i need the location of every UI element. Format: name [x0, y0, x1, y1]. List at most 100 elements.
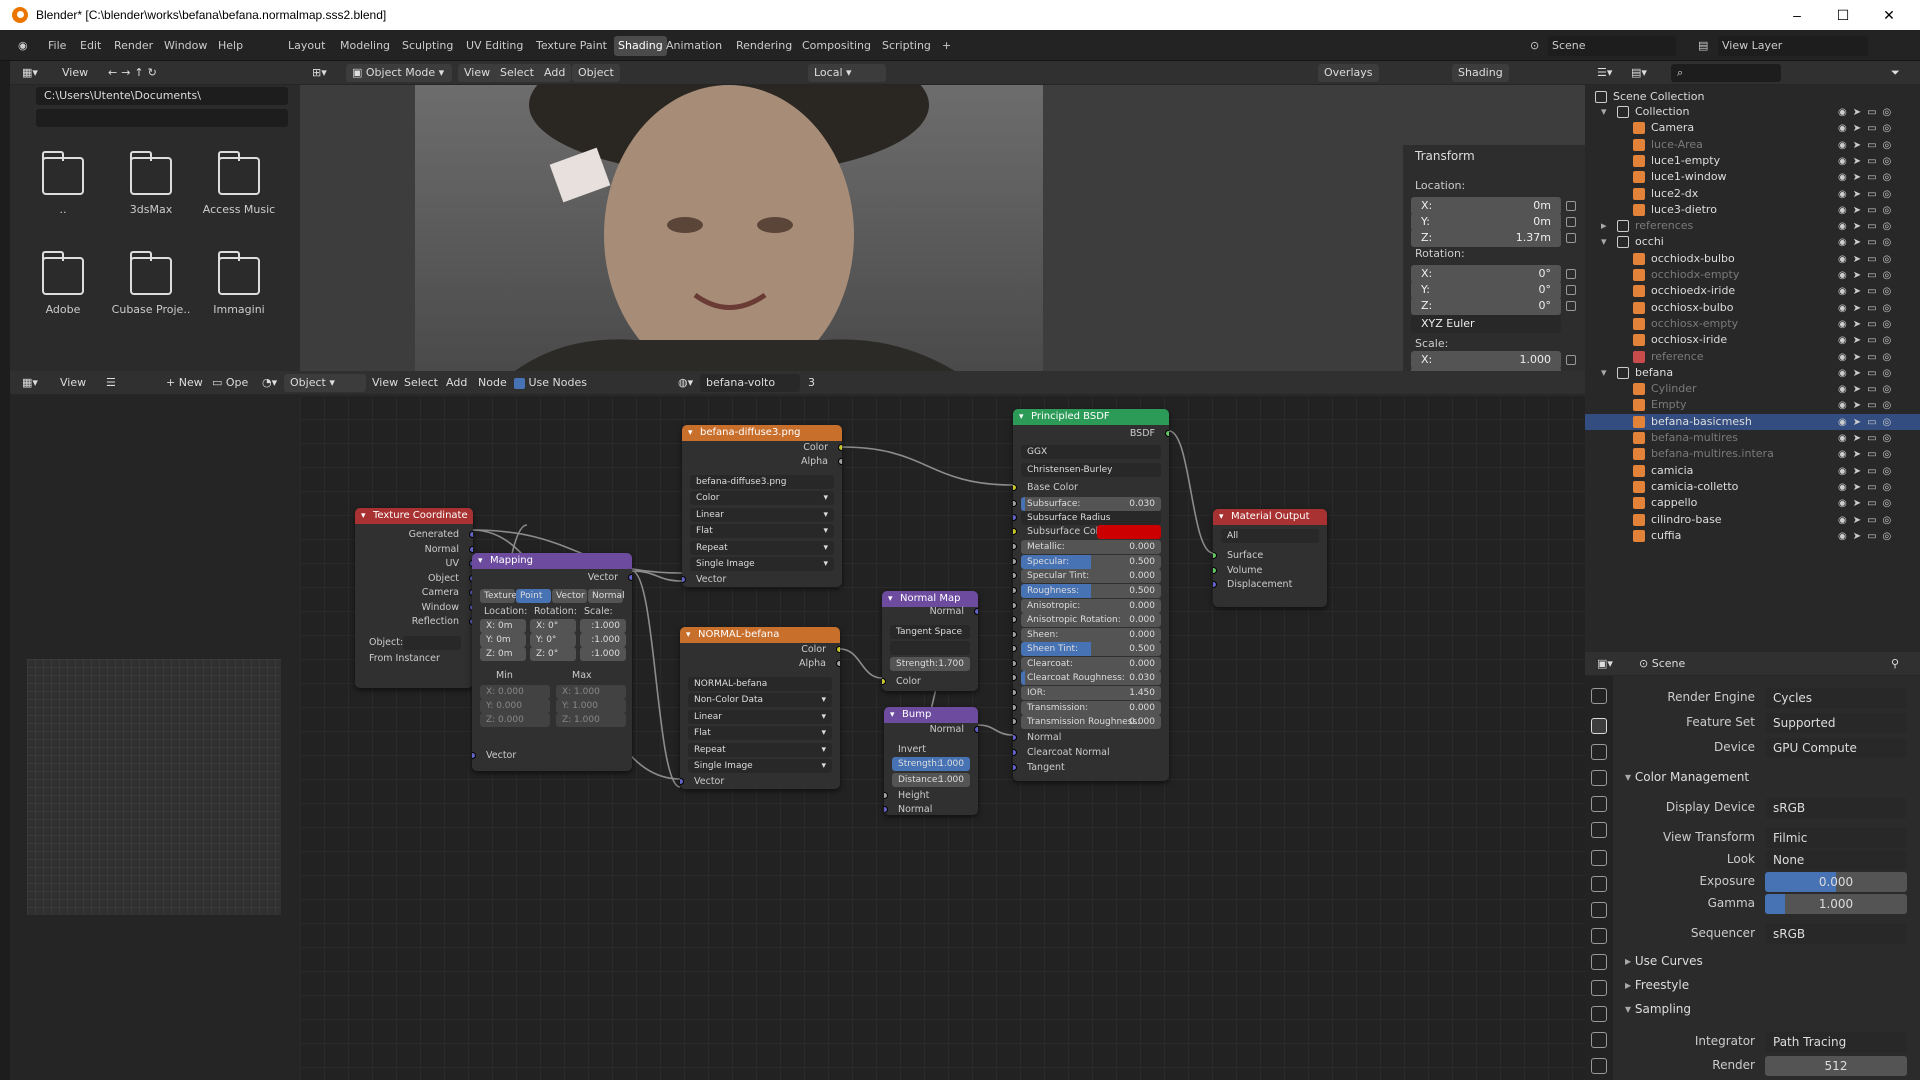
mapping-min-2[interactable]: Z: 0.000: [480, 713, 550, 727]
lock-icon[interactable]: [1566, 285, 1576, 295]
bsdf-clearcoat-field[interactable]: Clearcoat: 0.000: [1021, 657, 1161, 671]
visibility-toggles-icon[interactable]: ◉➤▭◎: [1838, 415, 1902, 428]
visibility-toggles-icon[interactable]: ◉➤▭◎: [1838, 187, 1902, 200]
visibility-toggles-icon[interactable]: ◉➤▭◎: [1838, 464, 1902, 477]
normalmap-strength-field[interactable]: Strength: 1.700: [890, 657, 970, 671]
diffuse-texture-node-colorspace-select[interactable]: Color ▾: [690, 491, 834, 505]
img-socket-alpha[interactable]: [836, 660, 840, 667]
workspace-tab-modeling[interactable]: Modeling: [336, 36, 394, 56]
diffuse-texture-node-source-select[interactable]: Single Image ▾: [690, 557, 834, 571]
outliner-row-befana-basicmesh[interactable]: befana-basicmesh ◉➤▭◎: [1585, 413, 1920, 430]
new-image-button[interactable]: + New: [160, 374, 209, 392]
visibility-toggles-icon[interactable]: ◉➤▭◎: [1838, 382, 1902, 395]
normal-texture-node-ext-select[interactable]: Repeat ▾: [688, 742, 832, 757]
overlays-button[interactable]: Overlays: [1318, 64, 1379, 82]
bsdf-sheen-tint-field[interactable]: Sheen Tint: 0.500: [1021, 642, 1161, 656]
display-device-select[interactable]: sRGB: [1765, 798, 1907, 818]
scene-selector[interactable]: Scene: [1548, 36, 1676, 56]
lock-icon[interactable]: [1566, 301, 1576, 311]
normal-map-node[interactable]: Normal MapNormalTangent SpaceStrength:1.…: [882, 591, 978, 691]
visibility-toggles-icon[interactable]: ◉➤▭◎: [1838, 252, 1902, 265]
visibility-toggles-icon[interactable]: ◉➤▭◎: [1838, 235, 1902, 248]
normal-texture-node-interp-select[interactable]: Linear ▾: [688, 709, 832, 724]
integrator-select[interactable]: Path Tracing: [1765, 1032, 1907, 1052]
bump-strength-field[interactable]: Strength: 1.000: [892, 757, 970, 771]
bsdf-ior-field[interactable]: IOR: 1.450: [1021, 686, 1161, 700]
bsdf-socket-12[interactable]: [1013, 704, 1017, 711]
orientation-selector[interactable]: Local ▾: [808, 64, 886, 82]
folder-parent[interactable]: ..: [23, 151, 103, 216]
folder-cubase[interactable]: Cubase Proje..: [111, 251, 191, 316]
filename-field[interactable]: [36, 109, 288, 127]
folder-access-music[interactable]: Access Music: [199, 151, 279, 216]
outliner-row-cilindro-base[interactable]: cilindro-base ◉➤▭◎: [1585, 512, 1920, 528]
bsdf-socket-3[interactable]: [1013, 572, 1017, 579]
bsdf-sss-method-select[interactable]: Christensen-Burley: [1021, 463, 1161, 477]
menu-window[interactable]: Window: [160, 36, 211, 56]
lock-icon[interactable]: [1566, 217, 1576, 227]
bsdf-socket-8[interactable]: [1013, 645, 1017, 652]
lock-icon[interactable]: [1566, 269, 1576, 279]
mapping-max-1[interactable]: Y: 1.000: [556, 699, 626, 713]
outliner-row-reference[interactable]: reference ◉➤▭◎: [1585, 349, 1920, 365]
material-name-field[interactable]: befana-volto: [700, 374, 800, 392]
path-field[interactable]: C:\Users\Utente\Documents\: [36, 87, 288, 105]
editor-type-icon[interactable]: ▦▾: [16, 64, 44, 82]
node-canvas[interactable]: Texture Coordinate Generated Normal UV Objec…: [300, 395, 1585, 1080]
bsdf-metallic-field[interactable]: Metallic: 0.000: [1021, 540, 1161, 554]
bsdf-roughness-field[interactable]: Roughness: 0.500: [1021, 584, 1161, 598]
visibility-toggles-icon[interactable]: ◉➤▭◎: [1838, 513, 1902, 526]
mapping-max-2[interactable]: Z: 1.000: [556, 713, 626, 727]
shading-button[interactable]: Shading: [1452, 64, 1509, 82]
sequencer-select[interactable]: sRGB: [1765, 924, 1907, 944]
normal-texture-node-image-field[interactable]: NORMAL-befana: [688, 677, 832, 691]
close-button[interactable]: ✕: [1866, 2, 1912, 28]
outliner-row-occhiosx-iride[interactable]: occhiosx-iride ◉➤▭◎: [1585, 332, 1920, 348]
outliner-row-luce1-empty[interactable]: luce1-empty ◉➤▭◎: [1585, 153, 1920, 169]
visibility-toggles-icon[interactable]: ◉➤▭◎: [1838, 496, 1902, 509]
ne-menu-select[interactable]: Select: [398, 374, 444, 392]
output-socket-volume[interactable]: [1213, 566, 1217, 574]
view-transform-select[interactable]: Filmic: [1765, 828, 1907, 848]
visibility-toggles-icon[interactable]: ◉➤▭◎: [1838, 170, 1902, 183]
bsdf-specular-field[interactable]: Specular: 0.500: [1021, 555, 1161, 569]
output-target-select[interactable]: All: [1221, 529, 1319, 543]
bsdf-socket-11[interactable]: [1013, 689, 1017, 696]
menu-edit[interactable]: Edit: [76, 36, 105, 56]
folder-immagini[interactable]: Immagini: [199, 251, 279, 316]
rotation-mode-select[interactable]: XYZ Euler: [1411, 315, 1561, 333]
editor-type-icon[interactable]: ⊞▾: [306, 64, 333, 82]
bump-distance-field[interactable]: Distance: 1.000: [892, 773, 970, 787]
outliner-row-collection[interactable]: ▾ Collection ◉➤▭◎: [1585, 104, 1920, 120]
ne-menu-node[interactable]: Node: [472, 374, 513, 392]
outliner-row-occhiodx-bulbo[interactable]: occhiodx-bulbo ◉➤▭◎: [1585, 251, 1920, 267]
location-2-field[interactable]: Z: 1.37m: [1411, 229, 1561, 247]
device-select[interactable]: GPU Compute: [1765, 738, 1907, 758]
view-layer-selector[interactable]: View Layer: [1718, 36, 1868, 56]
bsdf-specular-tint-field[interactable]: Specular Tint: 0.000: [1021, 569, 1161, 583]
editor-type-icon[interactable]: ▣▾: [1591, 655, 1619, 673]
visibility-toggles-icon[interactable]: ◉➤▭◎: [1838, 431, 1902, 444]
bsdf-anisotropic-field[interactable]: Anisotropic: 0.000: [1021, 599, 1161, 613]
outliner-row-camicia-colletto[interactable]: camicia-colletto ◉➤▭◎: [1585, 479, 1920, 495]
output-tab-icon[interactable]: [1591, 744, 1607, 760]
visibility-toggles-icon[interactable]: ◉➤▭◎: [1838, 154, 1902, 167]
outliner-row-references[interactable]: ▸ references ◉➤▭◎: [1585, 218, 1920, 234]
mapping-mode-texture[interactable]: Texture: [480, 589, 517, 603]
vp-menu-select[interactable]: Select: [494, 64, 540, 82]
object-tab-icon[interactable]: [1591, 850, 1607, 866]
material-users-count[interactable]: 3: [802, 374, 821, 392]
principled-bsdf-node[interactable]: Principled BSDF BSDF GGX Christensen-Burley…: [1013, 409, 1169, 781]
editor-type-icon[interactable]: ▦▾: [16, 374, 44, 392]
mapping-rot-1[interactable]: Y: 0°: [530, 633, 576, 647]
disclosure-triangle-icon[interactable]: ▾: [1601, 104, 1607, 120]
outliner-row-luce1-window[interactable]: luce1-window ◉➤▭◎: [1585, 169, 1920, 185]
outliner-row-cappello[interactable]: cappello ◉➤▭◎: [1585, 495, 1920, 511]
constraints-tab-icon[interactable]: [1591, 954, 1607, 970]
visibility-toggles-icon[interactable]: ◉➤▭◎: [1838, 398, 1902, 411]
mapping-scl-0[interactable]: :1.000: [580, 619, 626, 633]
mapping-min-1[interactable]: Y: 0.000: [480, 699, 550, 713]
mapping-mode-point[interactable]: Point: [516, 589, 551, 603]
disclosure-triangle-icon[interactable]: ▸: [1601, 218, 1607, 234]
exposure-slider[interactable]: 0.000: [1765, 872, 1907, 892]
